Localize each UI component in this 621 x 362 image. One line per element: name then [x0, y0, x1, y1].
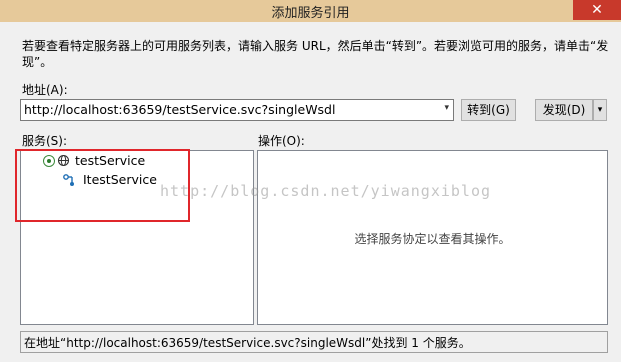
operations-label: 操作(O):	[258, 134, 305, 148]
close-icon: ✕	[591, 2, 603, 18]
address-value: http://localhost:63659/testService.svc?s…	[24, 102, 336, 117]
instructions-text: 若要查看特定服务器上的可用服务列表，请输入服务 URL，然后单击“转到”。若要浏…	[22, 39, 609, 69]
window-title: 添加服务引用	[271, 6, 350, 21]
services-label: 服务(S):	[22, 134, 68, 148]
watermark: http://blog.csdn.net/yiwangxiblog	[160, 182, 492, 200]
status-bar: 在地址“http://localhost:63659/testService.s…	[20, 331, 608, 353]
address-combobox[interactable]: http://localhost:63659/testService.svc?s…	[20, 99, 454, 121]
discover-dropdown-icon[interactable]: ▾	[593, 99, 607, 121]
go-button[interactable]: 转到(G)	[461, 99, 516, 121]
operations-hint: 选择服务协定以查看其操作。	[354, 232, 511, 246]
operations-list[interactable]: 选择服务协定以查看其操作。	[257, 150, 608, 325]
chevron-down-icon[interactable]: ▾	[444, 103, 449, 113]
title-bar: 添加服务引用 ✕	[0, 0, 621, 22]
address-label: 地址(A):	[22, 83, 68, 97]
dialog-body: 若要查看特定服务器上的可用服务列表，请输入服务 URL，然后单击“转到”。若要浏…	[0, 22, 621, 362]
discover-button[interactable]: 发现(D)	[535, 99, 593, 121]
close-button[interactable]: ✕	[573, 0, 621, 20]
highlight-box	[15, 149, 190, 222]
